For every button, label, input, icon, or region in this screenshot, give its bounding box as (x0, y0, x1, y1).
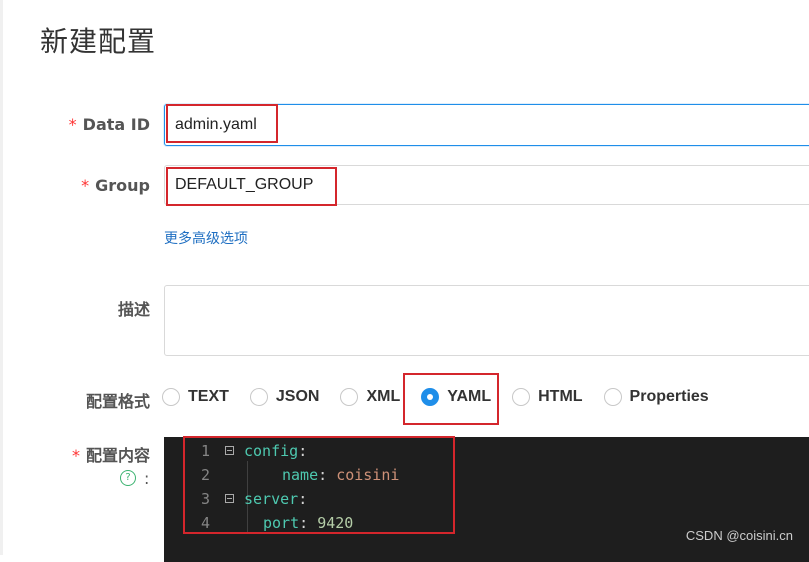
line-number: 4 (200, 514, 210, 532)
format-option-html[interactable]: HTML (512, 388, 583, 406)
format-option-xml[interactable]: XML (340, 388, 400, 406)
description-label-text: 描述 (117, 300, 150, 319)
left-edge-strip (0, 0, 3, 555)
radio-checked-icon (421, 388, 440, 406)
radio-circle-icon (340, 388, 359, 406)
format-option-label: XML (366, 388, 401, 405)
page-title: 新建配置 (40, 25, 157, 58)
format-option-text[interactable]: TEXT (162, 388, 229, 406)
required-asterisk: * (68, 115, 77, 134)
editor-line: 3 server: (164, 487, 809, 511)
format-option-label: JSON (275, 388, 320, 405)
content-label-colon: : (144, 469, 150, 488)
description-label: 描述 (118, 296, 150, 320)
format-label: 配置格式 (86, 388, 150, 412)
data-id-value: admin.yaml (175, 116, 257, 133)
editor-line: 1 config: (164, 439, 809, 463)
line-number: 2 (200, 466, 210, 484)
format-label-text: 配置格式 (85, 392, 150, 411)
format-option-label: YAML (447, 388, 492, 405)
radio-circle-icon (512, 388, 531, 406)
code-text: name: coisini (282, 466, 400, 484)
code-editor[interactable]: 1 config: 2 name: coisini 3 server: 4 po… (164, 437, 809, 562)
format-option-label: Properties (629, 388, 709, 405)
required-asterisk: * (81, 176, 90, 195)
content-label-text: 配置内容 (85, 446, 150, 465)
line-number: 3 (200, 490, 210, 508)
group-label-text: Group (95, 176, 150, 195)
watermark: CSDN @coisini.cn (685, 528, 793, 543)
format-option-json[interactable]: JSON (249, 388, 320, 406)
format-option-yaml[interactable]: YAML (421, 388, 491, 406)
code-text: server: (244, 490, 308, 508)
fold-minus-icon[interactable] (225, 494, 234, 503)
radio-circle-icon (249, 388, 268, 406)
data-id-label-text: Data ID (82, 115, 150, 134)
data-id-input[interactable]: admin.yaml (164, 104, 809, 146)
code-text: port: 9420 (263, 514, 354, 532)
format-option-properties[interactable]: Properties (603, 388, 709, 406)
group-input[interactable]: DEFAULT_GROUP (164, 165, 809, 205)
code-text: config: (244, 442, 308, 460)
group-value: DEFAULT_GROUP (175, 176, 314, 193)
format-option-label: HTML (538, 388, 583, 405)
radio-circle-icon (603, 388, 622, 406)
format-option-label: TEXT (188, 388, 229, 405)
data-id-label: * Data ID (69, 115, 150, 134)
description-textarea[interactable] (164, 285, 809, 356)
fold-minus-icon[interactable] (225, 446, 234, 455)
group-label: * Group (81, 176, 150, 195)
help-question-icon[interactable]: ? (120, 470, 136, 486)
required-asterisk: * (71, 446, 80, 465)
line-number: 1 (200, 442, 210, 460)
editor-line: 2 name: coisini (164, 463, 809, 487)
advanced-options-link[interactable]: 更多高级选项 (164, 228, 248, 248)
format-radio-group: TEXT JSON XML YAML HTML Properties (162, 383, 730, 411)
content-label: * 配置内容 (72, 442, 150, 466)
radio-circle-icon (162, 388, 180, 406)
